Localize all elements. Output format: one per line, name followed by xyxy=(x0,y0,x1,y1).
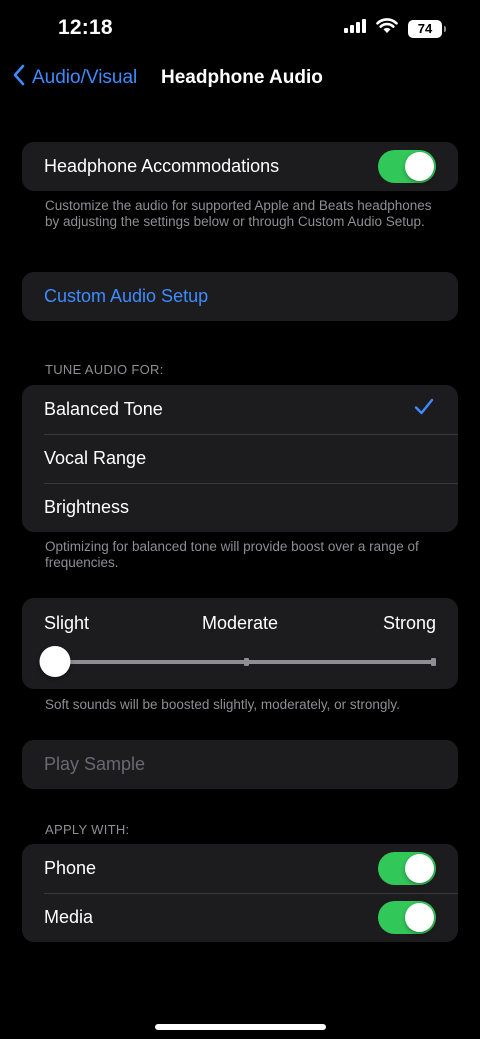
toggle-knob xyxy=(405,903,434,932)
apply-phone-row: Phone xyxy=(22,844,458,893)
chevron-left-icon xyxy=(12,64,26,92)
toggle-knob xyxy=(405,152,434,181)
slider-label-slight: Slight xyxy=(44,613,90,633)
slider-tick-moderate xyxy=(243,658,249,666)
boost-footer: Soft sounds will be boosted slightly, mo… xyxy=(45,697,400,712)
tune-option-balanced-tone[interactable]: Balanced Tone xyxy=(22,385,458,434)
home-indicator xyxy=(155,1024,326,1030)
tune-audio-group: Balanced Tone Vocal Range Brightness xyxy=(22,385,458,532)
slider-labels: Slight Moderate Strong xyxy=(44,613,436,635)
checkmark-icon xyxy=(414,398,434,421)
boost-slider[interactable] xyxy=(39,646,436,677)
accommodations-group: Headphone Accommodations xyxy=(22,142,458,191)
accommodations-footer: Customize the audio for supported Apple … xyxy=(45,198,432,229)
tune-audio-footer: Optimizing for balanced tone will provid… xyxy=(45,539,419,570)
tune-option-label: Vocal Range xyxy=(44,448,147,468)
custom-audio-setup-button[interactable]: Custom Audio Setup xyxy=(22,272,458,321)
apply-media-row: Media xyxy=(22,893,458,942)
phone-toggle[interactable] xyxy=(378,852,436,885)
tune-option-vocal-range[interactable]: Vocal Range xyxy=(22,434,458,483)
tune-option-brightness[interactable]: Brightness xyxy=(22,483,458,532)
page-title: Headphone Audio xyxy=(161,67,323,88)
slider-thumb[interactable] xyxy=(39,646,71,677)
accommodations-label: Headphone Accommodations xyxy=(44,156,280,176)
media-toggle[interactable] xyxy=(378,901,436,934)
status-bar: 12:18 74 xyxy=(0,0,480,58)
play-sample-group: Play Sample xyxy=(22,740,458,789)
tune-option-label: Brightness xyxy=(44,497,130,517)
accommodations-toggle[interactable] xyxy=(378,150,436,183)
battery-icon: 74 xyxy=(408,19,446,38)
accommodations-row: Headphone Accommodations xyxy=(22,142,458,191)
toggle-knob xyxy=(405,854,434,883)
wifi-icon xyxy=(376,18,398,39)
status-time: 12:18 xyxy=(58,16,113,39)
custom-audio-setup-group: Custom Audio Setup xyxy=(22,272,458,321)
back-button-label: Audio/Visual xyxy=(32,67,138,88)
back-button[interactable]: Audio/Visual xyxy=(12,64,137,92)
tune-audio-header: TUNE AUDIO FOR: xyxy=(45,362,164,377)
tune-option-label: Balanced Tone xyxy=(44,399,163,419)
slider-label-strong: Strong xyxy=(382,613,436,633)
slider-tick-strong xyxy=(431,658,436,666)
apply-with-header: APPLY WITH: xyxy=(45,822,130,837)
navigation-bar: Audio/Visual Headphone Audio xyxy=(0,58,480,98)
apply-media-label: Media xyxy=(44,907,94,927)
slider-label-moderate: Moderate xyxy=(201,613,279,633)
boost-slider-group: Slight Moderate Strong xyxy=(22,598,458,689)
apply-phone-label: Phone xyxy=(44,858,97,878)
apply-with-group: Phone Media xyxy=(22,844,458,942)
status-icons: 74 xyxy=(344,18,446,39)
cellular-signal-icon xyxy=(344,19,366,38)
play-sample-button[interactable]: Play Sample xyxy=(22,740,458,789)
